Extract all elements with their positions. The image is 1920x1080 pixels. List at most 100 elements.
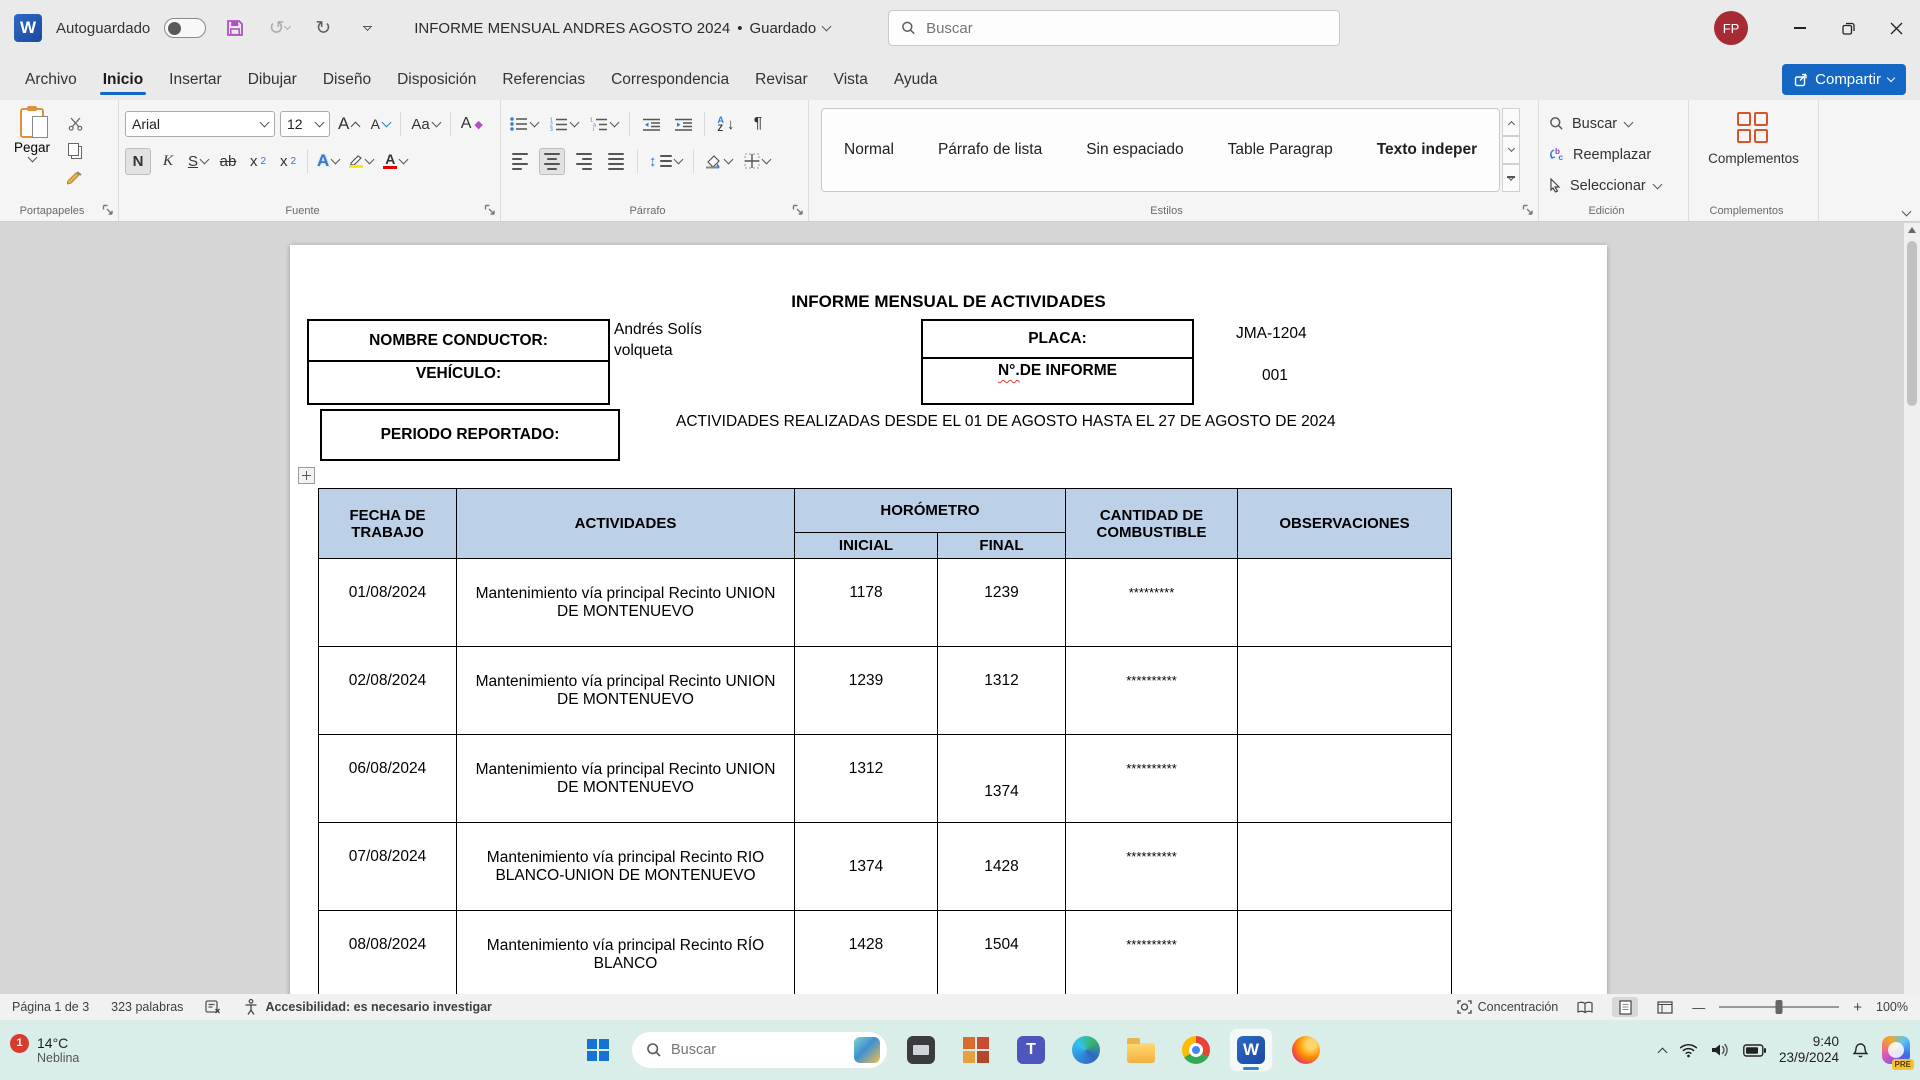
- taskbar-dark-app[interactable]: [899, 1028, 943, 1072]
- style-normal[interactable]: Normal: [844, 141, 894, 159]
- zoom-slider[interactable]: [1719, 1006, 1839, 1008]
- style-sin-espaciado[interactable]: Sin espaciado: [1086, 141, 1183, 159]
- save-icon[interactable]: [220, 13, 250, 43]
- font-color-button[interactable]: A: [380, 148, 410, 175]
- highlight-button[interactable]: [346, 148, 376, 175]
- notification-bell-icon[interactable]: [1852, 1042, 1869, 1059]
- search-input[interactable]: [926, 20, 1327, 37]
- tab-referencias[interactable]: Referencias: [489, 62, 598, 100]
- copy-button[interactable]: [62, 137, 88, 164]
- placa-informe-table[interactable]: PLACA: N°. DE INFORME: [921, 319, 1194, 405]
- redo-icon[interactable]: ↻: [308, 13, 338, 43]
- grow-font-button[interactable]: A: [335, 111, 362, 138]
- tab-disposicion[interactable]: Disposición: [384, 62, 489, 100]
- italic-button[interactable]: K: [155, 148, 181, 175]
- change-case-button[interactable]: Aa: [408, 111, 442, 138]
- tab-diseno[interactable]: Diseño: [310, 62, 384, 100]
- table-row[interactable]: 06/08/2024 Mantenimiento vía principal R…: [319, 735, 1452, 823]
- multilevel-list-button[interactable]: 1ai: [587, 111, 621, 138]
- shading-button[interactable]: [702, 148, 735, 175]
- clear-formatting-button[interactable]: A◆: [458, 111, 486, 138]
- font-name-select[interactable]: Arial: [125, 111, 275, 137]
- styles-more-button[interactable]: [1502, 164, 1520, 192]
- paragraph-dialog-launcher[interactable]: [792, 204, 804, 216]
- underline-button[interactable]: S: [185, 148, 211, 175]
- tray-expand-icon[interactable]: [1657, 1047, 1667, 1057]
- styles-scroll-up[interactable]: [1502, 108, 1520, 136]
- superscript-button[interactable]: x2: [275, 148, 301, 175]
- taskbar-file-explorer[interactable]: [1119, 1028, 1163, 1072]
- autosave-toggle[interactable]: [164, 18, 206, 38]
- conductor-vehiculo-table[interactable]: NOMBRE CONDUCTOR: VEHÍCULO:: [307, 319, 610, 405]
- select-button[interactable]: Seleccionar: [1549, 170, 1682, 201]
- align-right-button[interactable]: [571, 148, 597, 175]
- format-painter-button[interactable]: [62, 164, 88, 191]
- style-texto-independiente[interactable]: Texto indeper: [1377, 141, 1477, 159]
- taskbar-firefox[interactable]: [1284, 1028, 1328, 1072]
- read-mode-button[interactable]: [1572, 997, 1598, 1017]
- focus-mode-button[interactable]: Concentración: [1457, 1000, 1559, 1014]
- tab-correspondencia[interactable]: Correspondencia: [598, 62, 742, 100]
- copilot-icon[interactable]: PRE: [1882, 1036, 1910, 1064]
- search-box[interactable]: [888, 10, 1340, 46]
- zoom-out-button[interactable]: —: [1692, 1000, 1705, 1015]
- align-center-button[interactable]: [539, 148, 565, 175]
- tab-inicio[interactable]: Inicio: [90, 62, 156, 100]
- proofing-errors-icon[interactable]: [205, 999, 222, 1015]
- strikethrough-button[interactable]: ab: [215, 148, 241, 175]
- document-title[interactable]: INFORME MENSUAL ANDRES AGOSTO 2024 • Gua…: [414, 20, 830, 37]
- minimize-button[interactable]: [1776, 0, 1824, 56]
- tab-archivo[interactable]: Archivo: [12, 62, 90, 100]
- taskbar-chrome[interactable]: [1174, 1028, 1218, 1072]
- addins-button[interactable]: Complementos: [1695, 108, 1812, 166]
- share-button[interactable]: Compartir: [1782, 64, 1906, 95]
- clock[interactable]: 9:40 23/9/2024: [1779, 1034, 1839, 1066]
- avatar[interactable]: FP: [1714, 11, 1748, 45]
- tab-dibujar[interactable]: Dibujar: [235, 62, 310, 100]
- close-button[interactable]: [1872, 0, 1920, 56]
- collapse-ribbon-button[interactable]: [1902, 207, 1912, 217]
- justify-button[interactable]: [603, 148, 629, 175]
- bullets-button[interactable]: [507, 111, 541, 138]
- clipboard-dialog-launcher[interactable]: [102, 204, 114, 216]
- web-layout-button[interactable]: [1652, 997, 1678, 1017]
- accessibility-status[interactable]: Accesibilidad: es necesario investigar: [244, 999, 492, 1015]
- activities-table[interactable]: FECHA DE TRABAJO ACTIVIDADES HORÓMETRO C…: [318, 488, 1452, 994]
- word-count[interactable]: 323 palabras: [111, 1000, 183, 1014]
- table-row[interactable]: 08/08/2024 Mantenimiento vía principal R…: [319, 911, 1452, 995]
- document-canvas[interactable]: INFORME MENSUAL DE ACTIVIDADES NOMBRE CO…: [0, 223, 1920, 994]
- taskbar-edge[interactable]: [1064, 1028, 1108, 1072]
- tab-vista[interactable]: Vista: [821, 62, 881, 100]
- font-dialog-launcher[interactable]: [484, 204, 496, 216]
- shrink-font-button[interactable]: A: [367, 111, 393, 138]
- cut-button[interactable]: [62, 110, 88, 137]
- taskbar-word-active[interactable]: W: [1229, 1028, 1273, 1072]
- tab-insertar[interactable]: Insertar: [156, 62, 235, 100]
- battery-icon[interactable]: [1743, 1044, 1766, 1057]
- period-label-box[interactable]: PERIODO REPORTADO:: [320, 409, 620, 461]
- scroll-up-arrow[interactable]: [1908, 227, 1916, 233]
- subscript-button[interactable]: x2: [245, 148, 271, 175]
- style-table-paragraph[interactable]: Table Paragrap: [1228, 141, 1333, 159]
- line-spacing-button[interactable]: ↕: [646, 148, 685, 175]
- table-row[interactable]: 02/08/2024 Mantenimiento vía principal R…: [319, 647, 1452, 735]
- find-button[interactable]: Buscar: [1549, 108, 1682, 139]
- print-layout-button[interactable]: [1612, 997, 1638, 1017]
- font-size-select[interactable]: 12: [280, 111, 330, 137]
- table-move-handle[interactable]: [298, 467, 315, 484]
- styles-dialog-launcher[interactable]: [1522, 204, 1534, 216]
- zoom-in-button[interactable]: +: [1853, 999, 1862, 1016]
- wifi-icon[interactable]: [1679, 1043, 1698, 1058]
- taskbar-search[interactable]: [631, 1031, 888, 1069]
- taskbar-grid-app[interactable]: [954, 1028, 998, 1072]
- show-marks-button[interactable]: ¶: [745, 111, 771, 138]
- decrease-indent-button[interactable]: [638, 111, 664, 138]
- vertical-scrollbar[interactable]: [1904, 223, 1920, 994]
- numbering-button[interactable]: 123: [547, 111, 581, 138]
- borders-button[interactable]: [741, 148, 773, 175]
- table-row[interactable]: 01/08/2024 Mantenimiento vía principal R…: [319, 559, 1452, 647]
- customize-toolbar-icon[interactable]: [352, 13, 382, 43]
- start-button[interactable]: [576, 1028, 620, 1072]
- align-left-button[interactable]: [507, 148, 533, 175]
- volume-icon[interactable]: [1711, 1042, 1730, 1058]
